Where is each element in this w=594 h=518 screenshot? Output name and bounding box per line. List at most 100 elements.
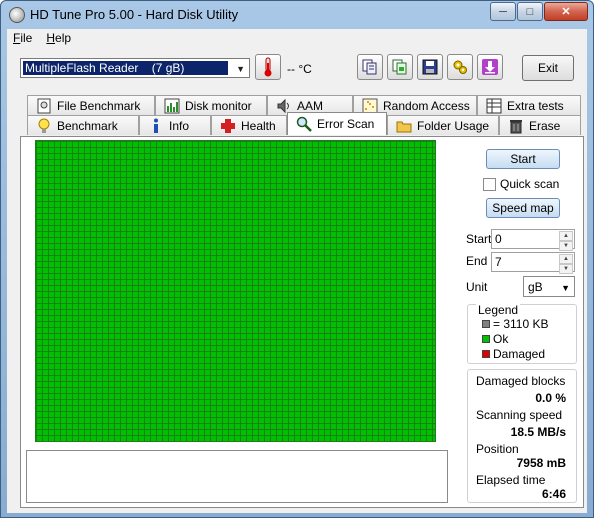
tab-label: AAM [297, 98, 324, 113]
temperature-button[interactable] [255, 54, 281, 80]
copy-info-button[interactable] [357, 54, 383, 80]
elapsed-time-value: 6:46 [541, 487, 566, 501]
tab-erase[interactable]: Erase [499, 115, 581, 135]
scanning-speed-label: Scanning speed [476, 408, 563, 422]
end-field-label: End [466, 254, 488, 268]
elapsed-time-label: Elapsed time [476, 473, 546, 487]
start-field-label: Start [466, 232, 492, 246]
scan-log[interactable] [26, 450, 448, 503]
end-value: 7 [495, 255, 502, 269]
health-cross-icon [220, 118, 236, 134]
folder-icon [396, 118, 412, 134]
legend-block-size-label: = 3110 KB [493, 317, 549, 331]
stepper-down-icon[interactable]: ▼ [559, 264, 573, 274]
exit-button[interactable]: Exit [522, 55, 574, 81]
save-button[interactable] [417, 54, 443, 80]
stepper-up-icon[interactable]: ▲ [559, 254, 573, 264]
legend-ok-label: Ok [493, 332, 509, 346]
minimize-icon: ─ [499, 5, 507, 18]
copy-info-icon [362, 59, 377, 75]
info-icon [148, 118, 164, 134]
tab-health[interactable]: Health [211, 115, 287, 135]
minimize-button[interactable]: ─ [490, 2, 516, 21]
quick-scan-label: Quick scan [500, 177, 560, 191]
damaged-blocks-value: 0.0 % [535, 391, 566, 405]
damaged-blocks-label: Damaged blocks [476, 374, 566, 388]
copy-screenshot-button[interactable] [387, 54, 413, 80]
tab-disk-monitor[interactable]: Disk monitor [155, 95, 267, 115]
unit-label: Unit [466, 280, 488, 294]
close-icon: ✕ [561, 6, 571, 18]
menu-file[interactable]: File [7, 29, 40, 49]
tab-label: Erase [529, 118, 561, 133]
menu-help[interactable]: Help [40, 29, 79, 49]
chevron-down-icon: ▼ [561, 283, 570, 293]
caption-buttons: ─ □ ✕ [490, 2, 588, 21]
file-benchmark-icon [36, 98, 52, 114]
drive-select-value: MultipleFlash Reader (7 gB) [23, 61, 228, 75]
tab-label: File Benchmark [57, 98, 141, 113]
magnifier-icon [296, 116, 312, 132]
tab-label: Info [169, 118, 190, 133]
ok-swatch-icon [482, 335, 490, 343]
tab-strip: File Benchmark Disk monitor AAM Random A… [13, 95, 581, 137]
tab-label: Error Scan [317, 117, 375, 131]
save-icon [422, 59, 438, 75]
maximize-button[interactable]: □ [517, 2, 543, 21]
unit-select[interactable]: gB ▼ [523, 276, 575, 297]
error-scan-panel: Start Quick scan Speed map Start 0 ▲ ▼ E… [20, 136, 584, 508]
tab-error-scan[interactable]: Error Scan [287, 112, 387, 135]
block-map [35, 140, 436, 442]
drive-select[interactable]: MultipleFlash Reader (7 gB) ▼ [20, 58, 250, 78]
trash-icon [508, 118, 524, 134]
maximize-icon: □ [526, 5, 534, 18]
stepper-down-icon[interactable]: ▼ [559, 241, 573, 251]
extra-tests-icon [486, 98, 502, 114]
quick-scan-option[interactable]: Quick scan [483, 177, 559, 191]
start-stepper-arrows[interactable]: ▲ ▼ [559, 231, 573, 251]
thermometer-icon [264, 57, 272, 77]
download-button[interactable] [477, 54, 503, 80]
stepper-up-icon[interactable]: ▲ [559, 231, 573, 241]
tab-label: Health [241, 118, 276, 133]
close-button[interactable]: ✕ [544, 2, 588, 21]
scan-stats: Damaged blocks 0.0 % Scanning speed 18.5… [467, 369, 577, 503]
start-button[interactable]: Start [486, 149, 560, 169]
tab-label: Disk monitor [185, 98, 252, 113]
scanning-speed-value: 18.5 MB/s [510, 425, 566, 439]
tab-file-benchmark[interactable]: File Benchmark [27, 95, 155, 115]
window-title: HD Tune Pro 5.00 - Hard Disk Utility [30, 7, 239, 22]
tab-label: Random Access [383, 98, 470, 113]
disk-monitor-icon [164, 98, 180, 114]
end-stepper[interactable]: 7 ▲ ▼ [491, 252, 575, 274]
tab-info[interactable]: Info [139, 115, 211, 135]
tab-extra-tests[interactable]: Extra tests [477, 95, 581, 115]
end-stepper-arrows[interactable]: ▲ ▼ [559, 254, 573, 274]
damaged-swatch-icon [482, 350, 490, 358]
tab-benchmark[interactable]: Benchmark [27, 115, 139, 135]
tab-folder-usage[interactable]: Folder Usage [387, 115, 499, 135]
download-icon [482, 59, 498, 75]
legend-damaged: Damaged [482, 347, 545, 361]
legend-box: Legend = 3110 KB Ok Damaged [467, 303, 577, 364]
legend-ok: Ok [482, 332, 508, 346]
options-button[interactable] [447, 54, 473, 80]
legend-title: Legend [476, 303, 521, 317]
speed-map-button[interactable]: Speed map [486, 198, 560, 218]
position-label: Position [476, 442, 519, 456]
tab-label: Benchmark [57, 118, 118, 133]
title-bar[interactable]: HD Tune Pro 5.00 - Hard Disk Utility ─ □… [1, 1, 593, 29]
scan-controls: Start Quick scan Speed map Start 0 ▲ ▼ E… [461, 137, 581, 507]
quick-scan-checkbox[interactable] [483, 177, 496, 191]
start-value: 0 [495, 232, 502, 246]
block-swatch-icon [482, 320, 490, 328]
menu-bar: File Help [7, 29, 587, 49]
legend-damaged-label: Damaged [493, 347, 546, 361]
tab-label: Folder Usage [417, 118, 490, 133]
start-stepper[interactable]: 0 ▲ ▼ [491, 229, 575, 251]
tab-label: Extra tests [507, 98, 564, 113]
unit-value: gB [528, 280, 543, 294]
legend-block-size: = 3110 KB [482, 317, 549, 331]
chevron-down-icon: ▼ [236, 64, 245, 74]
toolbar: MultipleFlash Reader (7 gB) ▼ -- °C Exit [7, 51, 587, 85]
